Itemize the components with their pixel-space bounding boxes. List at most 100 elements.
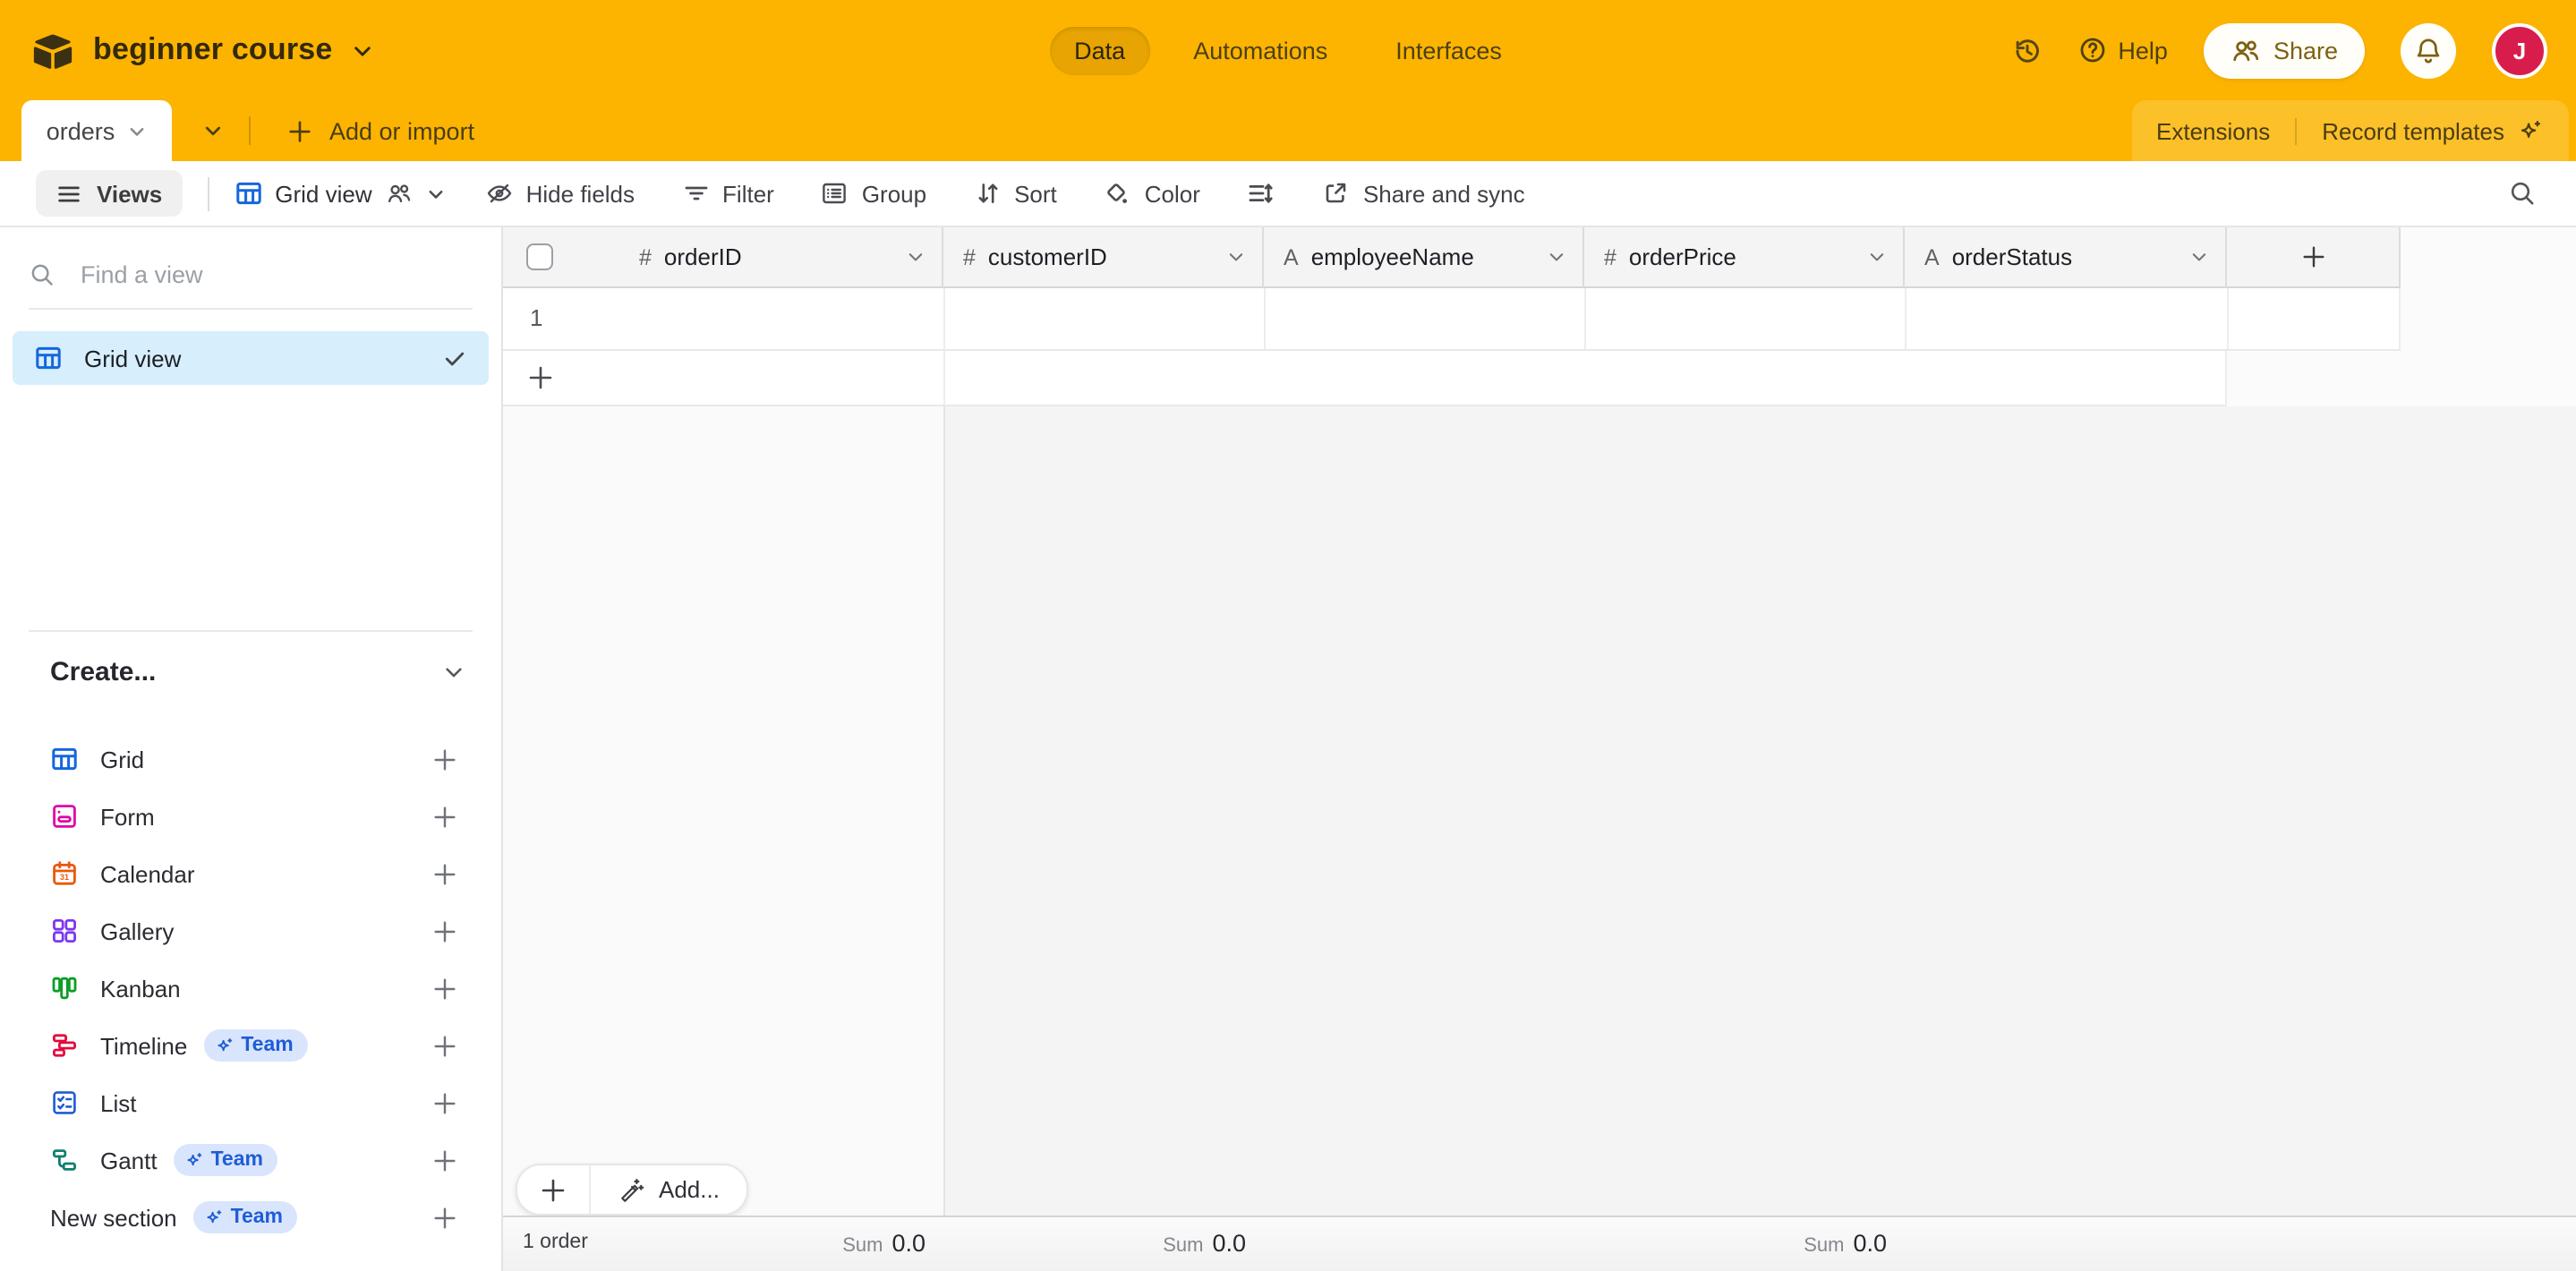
sort-icon xyxy=(973,179,1002,208)
column-header-orderstatus[interactable]: A orderStatus xyxy=(1905,227,2227,288)
row-height-button[interactable] xyxy=(1247,179,1275,208)
sparkle-icon xyxy=(2517,117,2544,144)
tab-automations[interactable]: Automations xyxy=(1168,26,1352,74)
sidebar-item-gantt[interactable]: Gantt Team xyxy=(0,1131,501,1189)
table-row[interactable]: 1 xyxy=(503,288,2401,351)
kanban-icon xyxy=(50,974,79,1002)
share-sync-icon xyxy=(1322,179,1351,208)
bell-icon xyxy=(2413,35,2444,65)
sidebar-item-form[interactable]: Form xyxy=(0,788,501,845)
summary-customerid[interactable]: Sum0.0 xyxy=(1031,1228,1246,1260)
column-header-orderid[interactable]: # orderID xyxy=(503,227,943,288)
group-label: Group xyxy=(862,180,926,207)
sidebar-item-timeline[interactable]: Timeline Team xyxy=(0,1017,501,1074)
table-list-chevron-icon[interactable] xyxy=(190,100,236,161)
add-gallery-view-button[interactable] xyxy=(431,917,458,944)
add-section-button[interactable] xyxy=(431,1204,458,1231)
add-field-button[interactable] xyxy=(2227,227,2401,288)
row-number: 1 xyxy=(530,304,542,331)
sort-label: Sort xyxy=(1014,180,1057,207)
workspace-title[interactable]: beginner course xyxy=(93,32,333,68)
add-list-view-button[interactable] xyxy=(431,1089,458,1116)
share-button[interactable]: Share xyxy=(2204,22,2365,78)
add-calendar-view-button[interactable] xyxy=(431,860,458,887)
form-icon xyxy=(50,802,79,831)
tabbar-right-divider xyxy=(2295,117,2297,144)
chevron-down-icon[interactable] xyxy=(906,247,925,267)
hide-fields-button[interactable]: Hide fields xyxy=(485,179,635,208)
sidebar-item-kanban[interactable]: Kanban xyxy=(0,960,501,1017)
column-header-employeename[interactable]: A employeeName xyxy=(1264,227,1584,288)
find-view-search[interactable] xyxy=(29,242,473,310)
filter-button[interactable]: Filter xyxy=(681,179,774,208)
item-label: Timeline xyxy=(100,1032,187,1059)
collaborators-icon xyxy=(385,179,414,208)
color-button[interactable]: Color xyxy=(1104,179,1200,208)
cell-border xyxy=(2227,288,2229,349)
create-section-header[interactable]: Create... xyxy=(50,657,465,687)
grid-view-area: # orderID # customerID A employeeName xyxy=(503,227,2576,1271)
check-icon xyxy=(442,345,467,371)
column-name: orderPrice xyxy=(1629,243,1736,270)
gallery-icon xyxy=(50,917,79,945)
current-view-button[interactable]: Grid view xyxy=(234,179,445,208)
team-badge-label: Team xyxy=(241,1035,293,1056)
select-all-checkbox[interactable] xyxy=(526,243,553,270)
add-grid-view-button[interactable] xyxy=(431,746,458,772)
views-label: Views xyxy=(97,180,162,207)
column-header-orderprice[interactable]: # orderPrice xyxy=(1584,227,1905,288)
add-record-button[interactable] xyxy=(517,1165,591,1214)
record-templates-button[interactable]: Record templates xyxy=(2322,117,2544,144)
chevron-down-icon[interactable] xyxy=(1547,247,1566,267)
sidebar-item-list[interactable]: List xyxy=(0,1074,501,1131)
add-record-row[interactable] xyxy=(503,351,2227,406)
add-form-view-button[interactable] xyxy=(431,803,458,830)
user-avatar[interactable]: J xyxy=(2492,22,2547,78)
chevron-down-icon[interactable] xyxy=(1226,247,1246,267)
sort-button[interactable]: Sort xyxy=(973,179,1057,208)
item-label: Calendar xyxy=(100,860,195,887)
add-kanban-view-button[interactable] xyxy=(431,975,458,1002)
sidebar-item-gallery[interactable]: Gallery xyxy=(0,902,501,960)
table-chevron-down-icon xyxy=(127,121,147,141)
add-or-import-button[interactable]: Add or import xyxy=(272,100,489,161)
item-label: Kanban xyxy=(100,975,181,1002)
grid-header-row: # orderID # customerID A employeeName xyxy=(503,227,2401,288)
summary-orderid[interactable]: Sum0.0 xyxy=(711,1228,925,1260)
summary-value: 0.0 xyxy=(1853,1230,1887,1257)
workspace-chevron-down-icon[interactable] xyxy=(351,38,374,62)
share-and-sync-button[interactable]: Share and sync xyxy=(1322,179,1525,208)
chevron-down-icon[interactable] xyxy=(2189,247,2209,267)
summary-orderprice[interactable]: Sum0.0 xyxy=(1672,1228,1887,1260)
extensions-button[interactable]: Extensions xyxy=(2156,117,2270,144)
sidebar-view-grid-view[interactable]: Grid view xyxy=(13,331,489,385)
airtable-logo-icon[interactable] xyxy=(30,31,75,69)
sidebar-item-calendar[interactable]: 31 Calendar xyxy=(0,845,501,902)
table-tab-orders[interactable]: orders xyxy=(21,100,172,161)
group-icon xyxy=(821,179,849,208)
chevron-down-icon[interactable] xyxy=(1867,247,1887,267)
history-icon[interactable] xyxy=(2012,35,2043,65)
notifications-button[interactable] xyxy=(2401,22,2456,78)
group-button[interactable]: Group xyxy=(821,179,926,208)
view-item-label: Grid view xyxy=(84,345,421,371)
column-header-customerid[interactable]: # customerID xyxy=(943,227,1264,288)
record-templates-label: Record templates xyxy=(2322,117,2504,144)
add-with-ai-button[interactable]: Add... xyxy=(591,1176,746,1203)
add-timeline-view-button[interactable] xyxy=(431,1032,458,1059)
main-nav-tabs: Data Automations Interfaces xyxy=(1049,26,1527,74)
toolbar-divider xyxy=(207,176,209,210)
item-label: Form xyxy=(100,803,155,830)
tab-data[interactable]: Data xyxy=(1049,26,1150,74)
summary-label: Sum xyxy=(1163,1235,1203,1257)
search-icon[interactable] xyxy=(2508,179,2537,208)
help-button[interactable]: Help xyxy=(2078,36,2168,64)
sidebar-item-new-section[interactable]: New section Team xyxy=(0,1189,501,1246)
find-view-input[interactable] xyxy=(77,260,473,290)
sidebar-item-grid[interactable]: Grid xyxy=(0,730,501,788)
add-gantt-view-button[interactable] xyxy=(431,1147,458,1173)
views-button[interactable]: Views xyxy=(36,170,182,217)
tab-interfaces[interactable]: Interfaces xyxy=(1370,26,1527,74)
share-label: Share xyxy=(2273,37,2338,64)
text-field-icon: A xyxy=(1284,244,1299,269)
